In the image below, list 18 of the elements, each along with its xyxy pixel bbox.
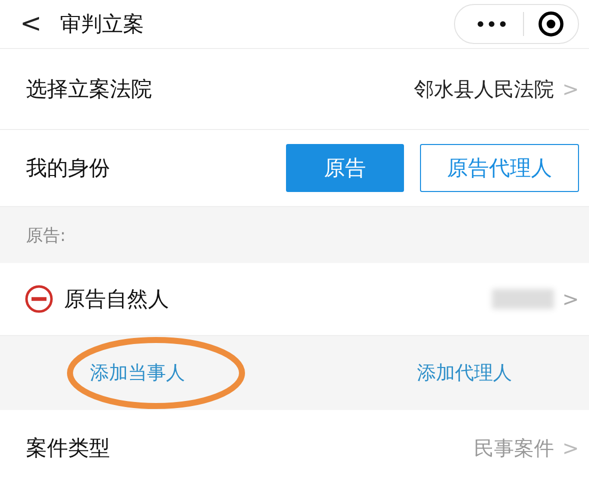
identity-label: 我的身份: [26, 155, 111, 182]
add-link[interactable]: 添加当事人: [90, 360, 185, 386]
court-label: 选择立案法院: [26, 76, 153, 103]
identity-option[interactable]: 原告代理人: [420, 144, 579, 192]
page-title: 审判立案: [60, 11, 145, 38]
back-button[interactable]: <: [20, 9, 60, 39]
chevron-icon: >: [562, 287, 579, 311]
more-button[interactable]: •••: [475, 14, 509, 34]
section-label: 原告:: [26, 224, 66, 246]
court-value[interactable]: 邻水县人民法院: [414, 76, 554, 102]
chevron-icon: >: [562, 77, 579, 101]
chevron-icon: >: [562, 436, 579, 460]
add-link[interactable]: 添加代理人: [416, 360, 512, 386]
party-name: 原告自然人: [64, 286, 170, 313]
case-type-label: 案件类型: [26, 435, 111, 462]
case-type-value[interactable]: 民事案件: [474, 434, 554, 462]
identity-option[interactable]: 原告: [286, 144, 404, 192]
remove-icon[interactable]: [24, 284, 54, 314]
